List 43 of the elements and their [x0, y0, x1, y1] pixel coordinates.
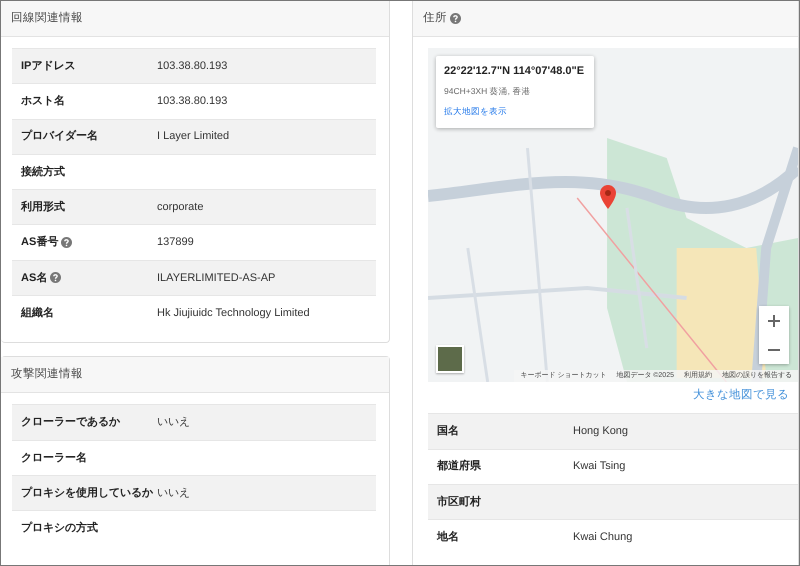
- row-label: プロキシを使用しているか: [21, 486, 153, 501]
- row-value: いいえ: [157, 486, 190, 501]
- plus-code-text: 94CH+3XH 葵涌, 香港: [444, 84, 532, 98]
- row-value: Kwai Tsing: [573, 459, 626, 474]
- help-icon[interactable]: [50, 272, 62, 284]
- row-value: ILAYERLIMITED-AS-AP: [157, 270, 276, 286]
- panel-title: 攻撃関連情報: [11, 366, 83, 382]
- zoom-in-button[interactable]: [759, 306, 789, 335]
- row-label: クローラー名: [21, 450, 87, 466]
- row-value: Hong Kong: [573, 424, 628, 440]
- row-value: 137899: [157, 235, 194, 250]
- zoom-out-button[interactable]: [759, 335, 789, 364]
- panel-title: 回線関連情報: [11, 10, 83, 26]
- help-icon[interactable]: [450, 13, 461, 24]
- row-label: AS名: [21, 270, 48, 286]
- panel-title: 住所: [423, 10, 447, 26]
- row-value: Hk Jiujiuidc Technology Limited: [157, 306, 310, 321]
- row-label: 都道府県: [437, 458, 481, 474]
- help-icon[interactable]: [61, 237, 72, 248]
- row-value: 103.38.80.193: [157, 94, 228, 110]
- row-label: 地名: [437, 530, 459, 546]
- row-label: プロキシの方式: [21, 520, 98, 536]
- row-label: 接続方式: [21, 164, 65, 180]
- row-label: 組織名: [21, 306, 54, 321]
- row-value: corporate: [157, 200, 204, 216]
- minus-icon: [768, 348, 780, 350]
- row-label: 市区町村: [437, 494, 481, 510]
- plus-icon: [767, 314, 781, 328]
- row-value: いいえ: [157, 415, 190, 430]
- satellite-thumbnail[interactable]: [436, 345, 464, 373]
- open-map-link[interactable]: 拡大地図を表示: [444, 105, 507, 118]
- row-value: Kwai Chung: [573, 530, 632, 546]
- row-label: クローラーであるか: [21, 415, 120, 430]
- row-value: I Layer Limited: [157, 129, 230, 144]
- row-label: 国名: [437, 424, 459, 440]
- row-value: 103.38.80.193: [157, 58, 228, 74]
- row-label: IPアドレス: [21, 58, 76, 74]
- row-label: 利用形式: [21, 200, 65, 216]
- row-label: プロバイダー名: [21, 128, 98, 144]
- row-label: ホスト名: [21, 94, 65, 110]
- row-label: AS番号: [21, 234, 58, 250]
- coordinates-text: 22°22'12.7"N 114°07'48.0"E: [444, 64, 586, 79]
- map-pin-icon: [600, 185, 616, 209]
